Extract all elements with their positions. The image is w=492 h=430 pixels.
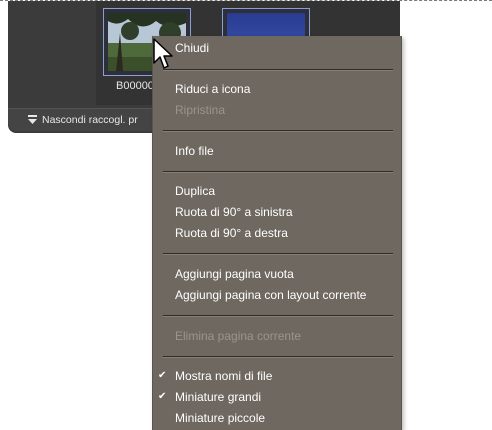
menu-separator [163, 69, 393, 71]
menu-item-label: Aggiungi pagina con layout corrente [175, 288, 367, 302]
menu-item-label: Info file [175, 144, 214, 158]
menu-item-file-info[interactable]: Info file [153, 141, 401, 161]
hide-bin-button[interactable]: Nascondi raccogl. pr [28, 113, 138, 127]
checkmark-icon: ✔ [158, 370, 167, 381]
menu-item-label: Riduci a icona [175, 82, 251, 96]
menu-item-close[interactable]: Chiudi [153, 38, 401, 58]
arrow-cursor-icon [153, 38, 173, 69]
menu-separator [163, 253, 393, 255]
menu-item-rotate-left[interactable]: Ruota di 90° a sinistra [153, 202, 401, 222]
menu-item-show-file-names[interactable]: ✔ Mostra nomi di file [153, 366, 401, 386]
menu-separator [163, 315, 393, 317]
checkmark-icon: ✔ [158, 391, 167, 402]
menu-item-delete-current-page: Elimina pagina corrente [153, 326, 401, 346]
menu-item-label: Ruota di 90° a sinistra [175, 205, 293, 219]
menu-item-minimize[interactable]: Riduci a icona [153, 79, 401, 99]
context-menu: Chiudi Riduci a icona Ripristina Info fi… [152, 36, 402, 430]
menu-item-label: Miniature grandi [175, 390, 262, 404]
menu-item-small-thumbnails[interactable]: Miniature piccole [153, 408, 401, 428]
menu-item-label: Elimina pagina corrente [175, 329, 302, 343]
menu-item-restore: Ripristina [153, 100, 401, 120]
menu-separator [163, 130, 393, 132]
menu-item-label: Aggiungi pagina vuota [175, 267, 294, 281]
menu-item-duplicate[interactable]: Duplica [153, 181, 401, 201]
menu-item-label: Mostra nomi di file [175, 369, 273, 383]
arrow-down-bar-icon [28, 115, 37, 124]
menu-item-rotate-right[interactable]: Ruota di 90° a destra [153, 223, 401, 243]
menu-item-label: Ripristina [175, 103, 226, 117]
menu-item-label: Duplica [175, 184, 216, 198]
menu-item-label: Ruota di 90° a destra [175, 226, 288, 240]
menu-item-large-thumbnails[interactable]: ✔ Miniature grandi [153, 387, 401, 407]
menu-separator [163, 356, 393, 358]
menu-item-add-page-current-layout[interactable]: Aggiungi pagina con layout corrente [153, 285, 401, 305]
hide-bin-label: Nascondi raccogl. pr [42, 114, 138, 126]
thumbnail-1-label: B00000 [116, 80, 154, 92]
menu-separator [163, 171, 393, 173]
menu-item-label: Chiudi [175, 41, 210, 55]
menu-item-add-blank-page[interactable]: Aggiungi pagina vuota [153, 264, 401, 284]
menu-item-label: Miniature piccole [175, 411, 266, 425]
